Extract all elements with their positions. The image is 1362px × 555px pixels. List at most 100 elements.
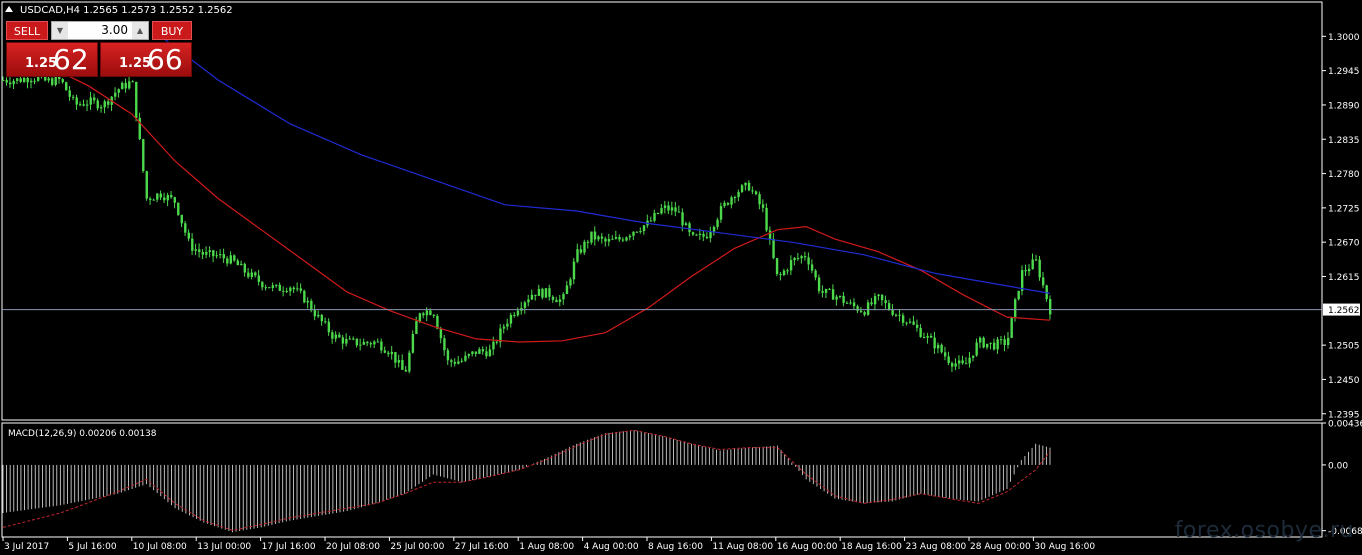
candle-body bbox=[579, 249, 583, 253]
lot-size-field[interactable]: ▼ 3.00 ▲ bbox=[51, 21, 149, 40]
time-tick-label: 5 Jul 16:00 bbox=[68, 542, 117, 552]
candle-body bbox=[1034, 259, 1038, 261]
candle-body bbox=[590, 231, 593, 243]
candle-body bbox=[93, 97, 96, 101]
candle-body bbox=[387, 352, 390, 355]
lot-increase-icon[interactable]: ▲ bbox=[132, 22, 148, 39]
candle-body bbox=[730, 197, 733, 205]
candle-body bbox=[877, 294, 880, 297]
candle-body bbox=[310, 300, 313, 311]
candle-body bbox=[933, 337, 936, 349]
candle-body bbox=[677, 211, 681, 213]
sell-button[interactable]: SELL bbox=[6, 21, 48, 40]
candle-body bbox=[709, 231, 712, 239]
candle-body bbox=[37, 77, 40, 81]
time-tick-label: 4 Aug 00:00 bbox=[584, 542, 639, 552]
candle-body bbox=[156, 193, 159, 200]
candle-body bbox=[604, 238, 607, 242]
candle-body bbox=[751, 190, 754, 192]
candle-body bbox=[222, 254, 226, 259]
candle-body bbox=[33, 80, 36, 82]
candle-body bbox=[845, 302, 849, 304]
candle-body bbox=[366, 341, 369, 344]
buy-button[interactable]: BUY bbox=[152, 21, 192, 40]
candle-body bbox=[800, 256, 803, 259]
candle-body bbox=[975, 342, 978, 356]
one-click-trading-panel: SELL ▼ 3.00 ▲ BUY 1.25 62 1.25 66 bbox=[6, 21, 192, 77]
candle-body bbox=[663, 205, 667, 209]
candle-body bbox=[460, 360, 464, 362]
candle-body bbox=[898, 314, 901, 316]
candle-body bbox=[803, 256, 807, 258]
candle-body bbox=[299, 288, 303, 291]
candle-body bbox=[541, 288, 544, 298]
candle-body bbox=[852, 302, 856, 307]
candle-body bbox=[145, 171, 148, 199]
macd-panel: 0.004360.00-0.00684 bbox=[2, 420, 1362, 537]
candle-body bbox=[229, 255, 233, 264]
candle-body bbox=[348, 338, 352, 340]
candle-body bbox=[754, 191, 758, 195]
candle-body bbox=[341, 337, 345, 344]
candle-body bbox=[506, 323, 509, 327]
candle-body bbox=[684, 223, 688, 226]
candle-body bbox=[54, 76, 57, 85]
sell-price-pips: 62 bbox=[53, 43, 89, 76]
candle-body bbox=[761, 204, 765, 208]
candle-body bbox=[625, 237, 628, 241]
candle-body bbox=[824, 288, 828, 293]
candle-body bbox=[432, 314, 436, 316]
candle-body bbox=[1049, 299, 1052, 315]
candle-body bbox=[61, 79, 64, 83]
candle-body bbox=[719, 206, 723, 220]
lot-size-value[interactable]: 3.00 bbox=[70, 22, 128, 39]
macd-signal-line bbox=[2, 429, 1051, 531]
candle-body bbox=[30, 80, 33, 83]
candle-body bbox=[618, 237, 621, 240]
candle-body bbox=[971, 355, 975, 358]
candle-body bbox=[1038, 259, 1041, 278]
candle-body bbox=[355, 338, 359, 346]
candle-body bbox=[940, 344, 943, 353]
candle-body bbox=[674, 207, 677, 212]
candle-body bbox=[75, 97, 78, 105]
candle-body bbox=[47, 78, 50, 81]
candle-body bbox=[278, 284, 282, 291]
buy-price-button[interactable]: 1.25 66 bbox=[100, 42, 192, 77]
candle-body bbox=[681, 212, 684, 226]
candle-body bbox=[796, 257, 800, 259]
candle-body bbox=[873, 296, 877, 305]
candle-body bbox=[660, 208, 663, 214]
candle-body bbox=[233, 255, 236, 261]
candle-body bbox=[191, 238, 194, 251]
candle-body bbox=[810, 264, 814, 271]
time-tick-label: 13 Jul 00:00 bbox=[197, 542, 251, 552]
candle-body bbox=[667, 205, 670, 211]
candle-body bbox=[789, 260, 793, 271]
candle-body bbox=[775, 258, 779, 275]
candle-body bbox=[16, 78, 19, 81]
candle-body bbox=[425, 310, 429, 316]
candle-body bbox=[740, 185, 744, 193]
macd-tick-label: 0.00 bbox=[1328, 461, 1348, 471]
candle-body bbox=[849, 302, 852, 304]
candle-body bbox=[320, 314, 324, 322]
candle-body bbox=[999, 339, 1003, 341]
candle-body bbox=[404, 369, 408, 372]
ma-fast-line bbox=[38, 60, 1051, 343]
lot-decrease-icon[interactable]: ▼ bbox=[52, 22, 68, 39]
candle-body bbox=[103, 101, 106, 108]
candle-body bbox=[89, 97, 92, 105]
sell-price-button[interactable]: 1.25 62 bbox=[6, 42, 98, 77]
candle-body bbox=[149, 198, 152, 200]
collapse-triangle-icon[interactable] bbox=[5, 6, 13, 12]
candle-body bbox=[446, 350, 450, 361]
candle-body bbox=[1020, 270, 1024, 291]
candle-body bbox=[282, 290, 285, 292]
chart-canvas[interactable]: 1.3000 1.2945 1.2890 1.2835 1.2780 1.2725 1.26… bbox=[0, 0, 1362, 555]
candle-body bbox=[240, 263, 243, 266]
candle-body bbox=[537, 288, 541, 296]
candle-body bbox=[415, 321, 418, 335]
candle-body bbox=[236, 260, 240, 266]
candle-body bbox=[464, 355, 467, 361]
